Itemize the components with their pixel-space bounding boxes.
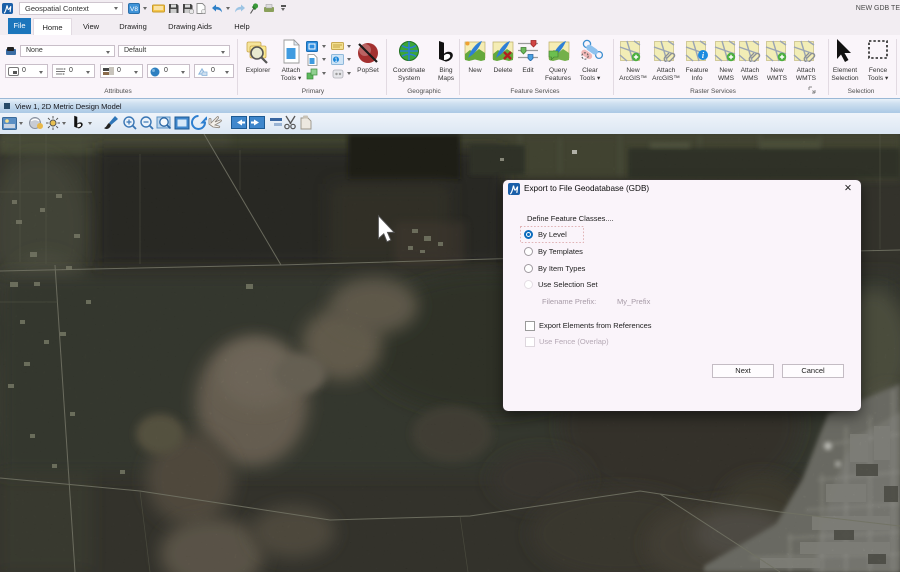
svg-text:V8: V8: [130, 6, 138, 13]
